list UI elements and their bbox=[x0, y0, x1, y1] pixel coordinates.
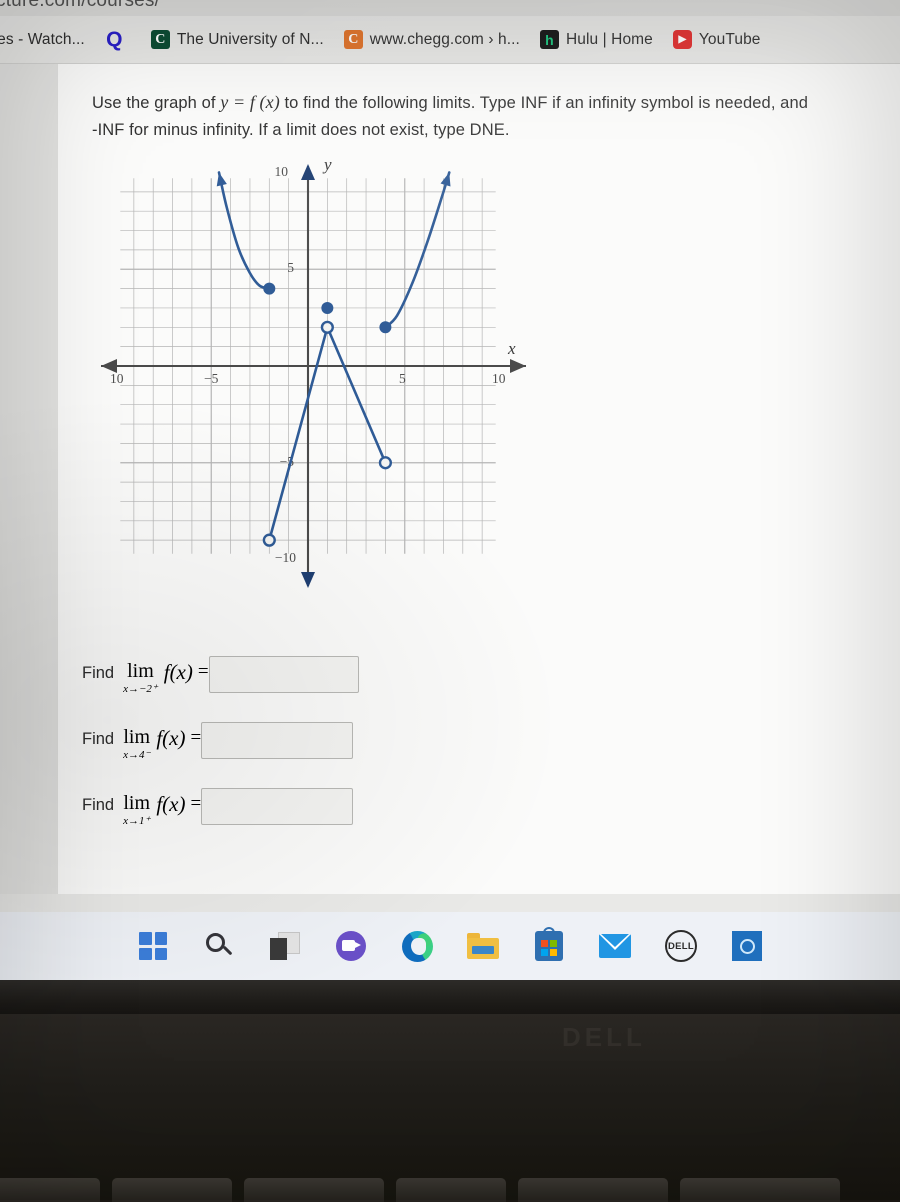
unc-icon: C bbox=[150, 30, 170, 49]
key[interactable] bbox=[0, 1178, 100, 1202]
function-notation: f(x) bbox=[163, 660, 193, 684]
laptop-brand-text: DELL bbox=[562, 1022, 646, 1052]
find-label: Find bbox=[82, 730, 115, 748]
cortana-icon[interactable] bbox=[730, 929, 764, 963]
bookmark-label: Hulu | Home bbox=[565, 30, 653, 48]
question-line2: -INF for minus infinity. If a limit does… bbox=[92, 121, 510, 140]
key[interactable] bbox=[396, 1178, 506, 1202]
lim-word: lim bbox=[123, 792, 151, 814]
lim-subscript: x→1⁺ bbox=[123, 815, 151, 827]
limit-operator: lim x→1⁺ bbox=[123, 786, 150, 827]
bookmark-label: www.chegg.com › h... bbox=[369, 30, 520, 48]
bookmark-hulu[interactable]: h Hulu | Home bbox=[531, 27, 662, 52]
bookmark-chegg[interactable]: C www.chegg.com › h... bbox=[335, 27, 529, 52]
address-bar-text: cture.com/courses/ bbox=[0, 0, 161, 11]
question-math-expression: y = f (x) bbox=[220, 92, 280, 112]
equals-sign: = bbox=[197, 661, 209, 682]
svg-text:y: y bbox=[322, 155, 332, 174]
assignment-page: Use the graph of y = f (x) to find the f… bbox=[57, 64, 900, 894]
hulu-icon: h bbox=[539, 30, 559, 49]
bookmark-label: ovies - Watch... bbox=[0, 30, 85, 48]
svg-text:10: 10 bbox=[110, 371, 124, 386]
find-label: Find bbox=[82, 796, 115, 814]
graph-svg: 10 −5 5 10 10 5 −5 −10 y x bbox=[101, 155, 526, 588]
limit-row-1: Find lim x→−2⁺ f(x) = bbox=[82, 654, 682, 698]
curve-rising-line-segment bbox=[268, 326, 329, 542]
svg-text:x: x bbox=[507, 339, 516, 358]
microsoft-store-icon[interactable] bbox=[532, 927, 566, 963]
lim-word: lim bbox=[127, 660, 154, 682]
open-point-marker bbox=[378, 456, 393, 470]
limit-operator: lim x→−2⁺ bbox=[123, 654, 158, 695]
limit-operator: lim x→4⁻ bbox=[123, 720, 150, 761]
curve-arrowhead bbox=[440, 172, 451, 187]
answer-input-3[interactable] bbox=[201, 788, 354, 825]
svg-text:5: 5 bbox=[287, 260, 294, 275]
question-line1-a: Use the graph of bbox=[92, 94, 221, 112]
limit-row-3: Find lim x→1⁺ f(x) = bbox=[82, 786, 682, 830]
closed-point-marker bbox=[379, 321, 392, 334]
answer-input-2[interactable] bbox=[201, 722, 354, 759]
curve-falling-line-segment bbox=[326, 326, 387, 465]
lim-subscript: x→4⁻ bbox=[123, 749, 151, 761]
laptop-base: DELL bbox=[0, 1014, 900, 1200]
closed-point-marker bbox=[321, 301, 334, 314]
svg-text:5: 5 bbox=[399, 371, 406, 386]
find-label: Find bbox=[82, 664, 115, 682]
svg-text:10: 10 bbox=[275, 164, 289, 179]
key[interactable] bbox=[112, 1178, 232, 1202]
question-line1-b: to find the following limits. Type INF i… bbox=[279, 94, 809, 112]
page-left-gutter bbox=[0, 64, 57, 894]
edge-icon[interactable] bbox=[400, 929, 434, 963]
teams-icon[interactable] bbox=[334, 929, 368, 963]
bookmark-qualtrics[interactable]: Q bbox=[96, 27, 140, 52]
graph-point-markers bbox=[216, 172, 451, 547]
task-view-icon[interactable] bbox=[268, 929, 302, 963]
equals-sign: = bbox=[190, 793, 202, 814]
qualtrics-icon: Q bbox=[106, 28, 123, 51]
bookmark-label: The University of N... bbox=[176, 30, 324, 48]
address-bar[interactable]: cture.com/courses/ bbox=[0, 0, 900, 16]
photo-of-laptop-screen: cture.com/courses/ ovies - Watch... Q C … bbox=[0, 0, 900, 1202]
key[interactable] bbox=[244, 1178, 384, 1202]
bookmark-movies-watch[interactable]: ovies - Watch... bbox=[0, 27, 94, 52]
function-notation: f(x) bbox=[156, 726, 186, 750]
svg-text:−5: −5 bbox=[204, 371, 219, 386]
answer-input-1[interactable] bbox=[208, 656, 359, 693]
function-graph: 10 −5 5 10 10 5 −5 −10 y x bbox=[96, 154, 566, 609]
dell-icon[interactable]: DELL bbox=[664, 929, 698, 963]
bookmarks-bar: ovies - Watch... Q C The University of N… bbox=[0, 16, 900, 64]
equals-sign: = bbox=[190, 727, 202, 748]
start-icon[interactable] bbox=[136, 929, 170, 963]
bookmark-university-of-n[interactable]: C The University of N... bbox=[142, 27, 333, 52]
youtube-icon: ▶ bbox=[672, 30, 692, 49]
key[interactable] bbox=[680, 1178, 840, 1202]
bookmark-label: YouTube bbox=[698, 30, 761, 48]
mail-icon[interactable] bbox=[598, 929, 632, 963]
limit-questions: Find lim x→−2⁺ f(x) = Find lim x→4⁻ f(x)… bbox=[82, 654, 682, 852]
function-notation: f(x) bbox=[156, 792, 186, 816]
search-icon[interactable] bbox=[202, 929, 236, 963]
browser-screen: cture.com/courses/ ovies - Watch... Q C … bbox=[0, 0, 900, 912]
lim-word: lim bbox=[123, 726, 151, 748]
dell-logo-text: DELL bbox=[665, 930, 697, 962]
windows-taskbar: DELL bbox=[0, 912, 900, 980]
file-explorer-icon[interactable] bbox=[466, 929, 500, 963]
key[interactable] bbox=[518, 1178, 668, 1202]
graph-curves bbox=[217, 171, 451, 542]
open-point-marker bbox=[320, 320, 334, 334]
lim-subscript: x→−2⁺ bbox=[123, 683, 158, 695]
closed-point-marker bbox=[263, 282, 276, 295]
limit-row-2: Find lim x→4⁻ f(x) = bbox=[82, 720, 682, 764]
chegg-icon: C bbox=[343, 30, 363, 49]
svg-text:−10: −10 bbox=[275, 550, 296, 565]
open-point-marker bbox=[262, 533, 276, 547]
keyboard-top-row bbox=[0, 1178, 900, 1202]
question-prompt: Use the graph of y = f (x) to find the f… bbox=[92, 88, 882, 144]
svg-text:10: 10 bbox=[492, 371, 506, 386]
bookmark-youtube[interactable]: ▶ YouTube bbox=[664, 27, 770, 52]
